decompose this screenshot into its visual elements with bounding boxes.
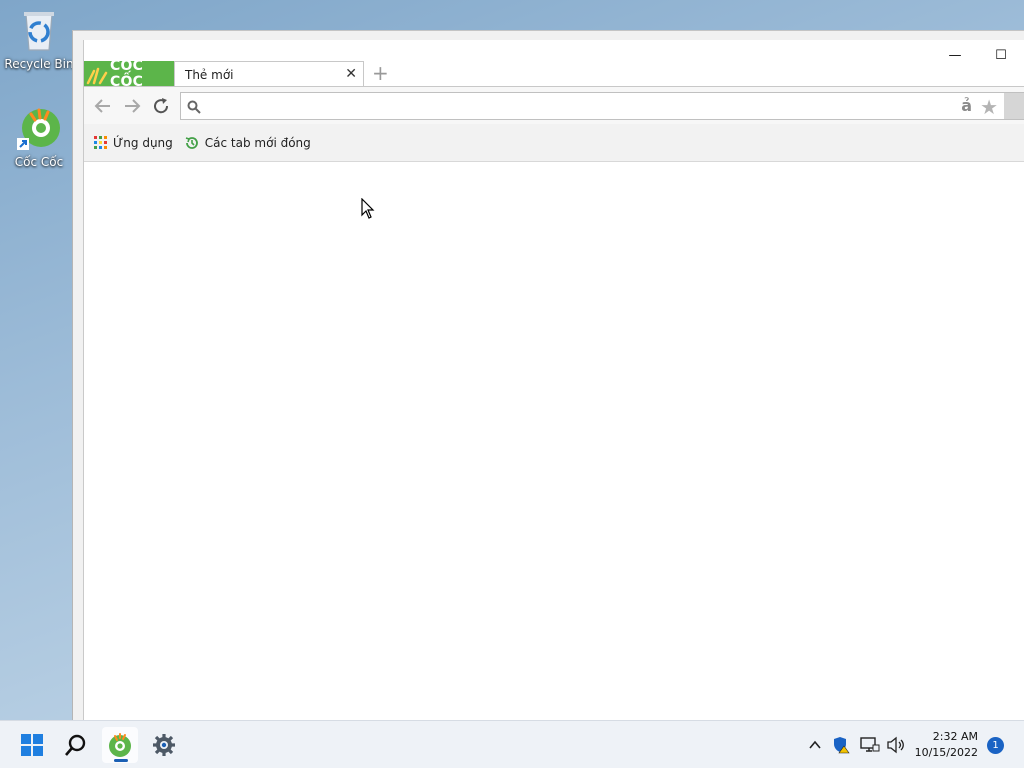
bookmark-star-icon[interactable]: ★	[980, 95, 998, 119]
mouse-cursor-icon	[361, 197, 375, 224]
browser-frame: — ☐ CỐC CỐC Thẻ mới ✕ + ả ★ Ứng dụng Các…	[83, 40, 1024, 720]
tab-title: Thẻ mới	[185, 67, 234, 82]
taskbar: 2:32 AM 10/15/2022 1	[0, 720, 1024, 768]
recycle-bin-icon	[4, 8, 74, 55]
taskbar-clock[interactable]: 2:32 AM 10/15/2022	[915, 729, 978, 761]
chevron-up-icon[interactable]	[808, 738, 822, 752]
download-icon[interactable]	[1004, 93, 1024, 119]
tab-new-tab[interactable]: Thẻ mới ✕	[174, 61, 364, 87]
system-tray	[808, 721, 906, 768]
back-button[interactable]	[92, 95, 114, 117]
desktop-icon-recycle-bin[interactable]: Recycle Bin	[4, 8, 74, 71]
address-input[interactable]	[207, 96, 947, 116]
desktop-icon-label: Cốc Cốc	[14, 155, 64, 169]
forward-button[interactable]	[121, 95, 143, 117]
taskbar-search-button[interactable]	[58, 727, 94, 763]
security-icon[interactable]	[832, 736, 850, 754]
bookmark-apps[interactable]: Ứng dụng	[94, 136, 173, 150]
bookmark-label: Ứng dụng	[113, 135, 173, 150]
search-icon	[187, 99, 201, 118]
apps-grid-icon	[94, 136, 107, 149]
taskbar-settings-button[interactable]	[146, 727, 182, 763]
bookmarks-bar: Ứng dụng Các tab mới đóng	[84, 124, 1024, 162]
network-icon[interactable]	[860, 736, 880, 754]
page-content[interactable]	[84, 162, 1024, 720]
desktop-icon-label: Recycle Bin	[4, 57, 74, 71]
reload-button[interactable]	[150, 95, 172, 117]
browser-window: — ☐ CỐC CỐC Thẻ mới ✕ + ả ★ Ứng dụng Các…	[72, 30, 1024, 720]
start-button[interactable]	[14, 727, 50, 763]
navigation-toolbar: ả ★	[84, 86, 1024, 124]
clock-date: 10/15/2022	[914, 746, 978, 759]
search-icon	[65, 734, 86, 756]
reload-icon	[154, 98, 169, 114]
translate-icon[interactable]: ả	[961, 96, 972, 115]
new-tab-button[interactable]: +	[372, 62, 389, 84]
active-app-indicator	[114, 759, 128, 762]
arrow-left-icon	[94, 99, 110, 113]
minimize-button[interactable]: —	[932, 40, 978, 70]
maximize-button[interactable]: ☐	[978, 40, 1024, 70]
arrow-right-icon	[125, 99, 141, 113]
notification-badge[interactable]: 1	[987, 737, 1004, 754]
bookmark-label: Các tab mới đóng	[204, 135, 311, 150]
volume-icon[interactable]	[886, 736, 906, 754]
start-icon	[21, 734, 43, 756]
clock-time: 2:32 AM	[932, 730, 978, 743]
window-controls: — ☐	[932, 40, 1024, 72]
bookmark-recent-tabs[interactable]: Các tab mới đóng	[185, 136, 311, 150]
address-bar[interactable]: ả ★	[180, 92, 1024, 120]
taskbar-coccoc-button[interactable]	[102, 727, 138, 763]
coccoc-icon	[4, 106, 74, 153]
coccoc-brand-button[interactable]: CỐC CỐC	[84, 58, 174, 90]
close-tab-icon[interactable]: ✕	[345, 66, 357, 82]
desktop-icon-coccoc[interactable]: Cốc Cốc	[4, 106, 74, 169]
settings-icon	[153, 734, 175, 756]
title-bar[interactable]: — ☐ CỐC CỐC Thẻ mới ✕ +	[84, 40, 1024, 90]
coccoc-icon	[109, 733, 131, 757]
history-icon	[185, 136, 199, 150]
